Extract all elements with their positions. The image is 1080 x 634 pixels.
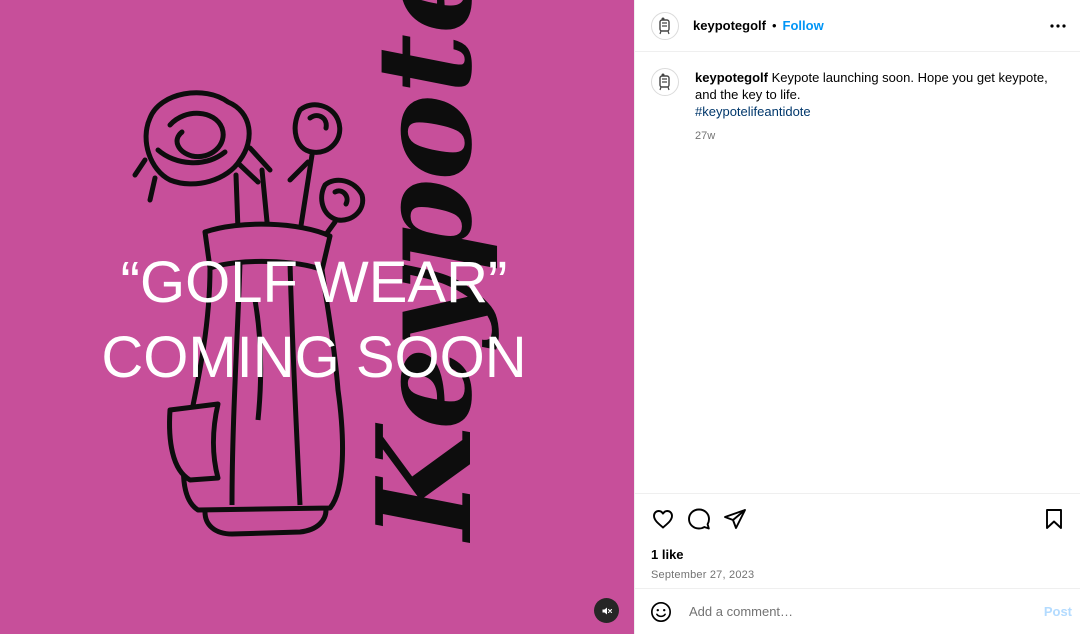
headline-line1: “GOLF WEAR” (121, 250, 508, 315)
more-options-button[interactable] (1046, 14, 1070, 38)
comments-section: keypotegolf Keypote launching soon. Hope… (635, 52, 1080, 493)
comment-input[interactable] (687, 603, 1044, 620)
caption: keypotegolf Keypote launching soon. Hope… (651, 68, 1064, 145)
bookmark-icon (1046, 509, 1062, 529)
avatar-logo-icon (659, 17, 670, 34)
post-viewer: Keypote. “GOLF WEAR” COMING SOON keypote… (0, 0, 1080, 634)
emoji-icon (651, 601, 671, 622)
action-icons (651, 495, 1064, 543)
send-icon (724, 509, 746, 529)
save-button[interactable] (1042, 507, 1066, 531)
heart-icon (653, 510, 673, 529)
avatar-logo-icon (659, 73, 670, 91)
headline-line2: COMING SOON (101, 325, 526, 390)
follow-button[interactable]: Follow (783, 18, 824, 33)
post-side-panel: keypotegolf • Follow keypotegolf Keypote… (634, 0, 1080, 634)
caption-body: keypotegolf Keypote launching soon. Hope… (695, 69, 1064, 145)
like-button[interactable] (651, 507, 675, 531)
caption-avatar[interactable] (651, 68, 679, 96)
mute-button[interactable] (594, 598, 619, 623)
emoji-button[interactable] (649, 600, 673, 624)
comment-icon (688, 508, 710, 530)
speaker-muted-icon (602, 607, 612, 614)
post-actions: 1 like September 27, 2023 (635, 493, 1080, 588)
separator-dot: • (771, 18, 777, 33)
post-media[interactable]: Keypote. “GOLF WEAR” COMING SOON (0, 0, 634, 634)
post-date[interactable]: September 27, 2023 (651, 569, 1064, 581)
comment-button[interactable] (687, 507, 711, 531)
post-comment-button[interactable]: Post (1044, 604, 1072, 619)
caption-hashtag[interactable]: #keypotelifeantidote (695, 103, 1064, 120)
media-artwork: Keypote. “GOLF WEAR” COMING SOON (101, 0, 526, 544)
caption-time[interactable]: 27w (695, 128, 1064, 145)
caption-username[interactable]: keypotegolf (695, 70, 768, 85)
header-username[interactable]: keypotegolf (693, 18, 766, 33)
roses-illustration (132, 90, 366, 243)
add-comment-bar: Post (635, 588, 1080, 634)
post-header: keypotegolf • Follow (635, 0, 1080, 52)
avatar[interactable] (651, 11, 679, 40)
share-button[interactable] (723, 507, 747, 531)
likes-count[interactable]: 1 like (651, 547, 1064, 562)
more-horizontal-icon (1050, 24, 1066, 28)
